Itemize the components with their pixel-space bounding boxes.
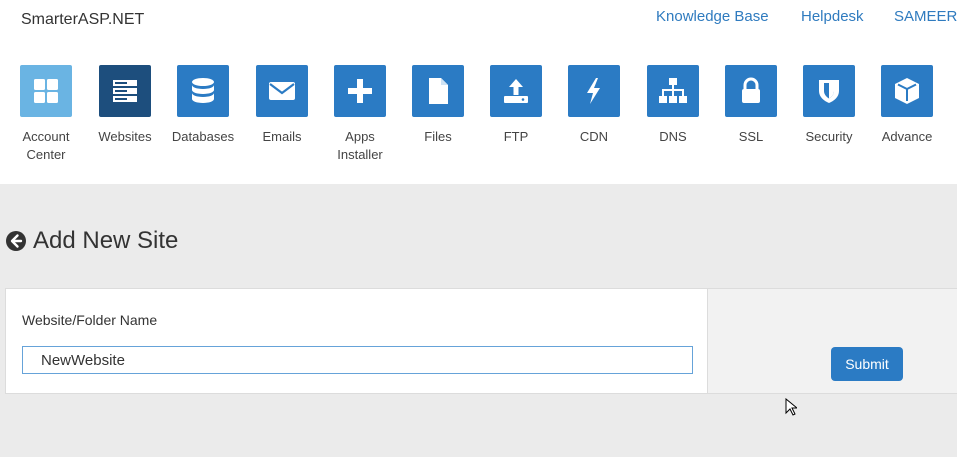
back-arrow-icon[interactable] [5, 230, 27, 252]
nav-label: DNS [659, 129, 687, 144]
server-icon [99, 65, 151, 117]
website-folder-name-label: Website/Folder Name [22, 312, 158, 328]
nav-label: Databases [171, 129, 235, 144]
knowledge-base-link[interactable]: Knowledge Base [656, 8, 769, 25]
lock-icon [725, 65, 777, 117]
grid-icon [20, 65, 72, 117]
page-title: Add New Site [33, 227, 179, 254]
nav-label: SSL [738, 129, 764, 144]
envelope-icon [256, 65, 308, 117]
submit-button[interactable]: Submit [831, 347, 903, 381]
nav-item-emails[interactable]: Emails [242, 65, 322, 146]
nav-label: Account Center [22, 129, 70, 162]
nav-item-cdn[interactable]: CDN [554, 65, 634, 146]
nav-label: Advance [881, 129, 933, 144]
nav-label: FTP [503, 129, 529, 144]
nav-item-security[interactable]: Security [789, 65, 869, 146]
helpdesk-link[interactable]: Helpdesk [801, 8, 864, 25]
nav-item-files[interactable]: Files [398, 65, 478, 146]
add-site-form: Website/Folder Name [5, 288, 708, 394]
plus-icon [334, 65, 386, 117]
nav-item-databases[interactable]: Databases [163, 65, 243, 146]
file-icon [412, 65, 464, 117]
shield-icon [803, 65, 855, 117]
nav-item-apps-installer[interactable]: Apps Installer [320, 65, 400, 164]
nav-label: Emails [262, 129, 302, 144]
nav-item-account-center[interactable]: Account Center [6, 65, 86, 164]
top-bar: SmarterASP.NET Knowledge Base Helpdesk S… [0, 0, 957, 184]
nav-label: Files [424, 129, 452, 144]
user-menu-link[interactable]: SAMEER [894, 8, 957, 25]
website-folder-name-input[interactable] [22, 346, 693, 374]
nav-item-ftp[interactable]: FTP [476, 65, 556, 146]
nav-label: Websites [98, 129, 152, 144]
top-links: Knowledge Base Helpdesk SAMEER [0, 8, 957, 28]
nav-item-websites[interactable]: Websites [85, 65, 165, 146]
database-icon [177, 65, 229, 117]
nav-label: Apps Installer [337, 129, 383, 162]
nav-item-ssl[interactable]: SSL [711, 65, 791, 146]
nav-label: CDN [579, 129, 609, 144]
upload-icon [490, 65, 542, 117]
cube-icon [881, 65, 933, 117]
bolt-icon [568, 65, 620, 117]
sitemap-icon [647, 65, 699, 117]
mouse-cursor-icon [785, 398, 797, 416]
page-header: Add New Site [5, 227, 178, 255]
nav-item-advance[interactable]: Advance [867, 65, 947, 146]
nav-label: Security [805, 129, 853, 144]
nav-item-dns[interactable]: DNS [633, 65, 713, 146]
